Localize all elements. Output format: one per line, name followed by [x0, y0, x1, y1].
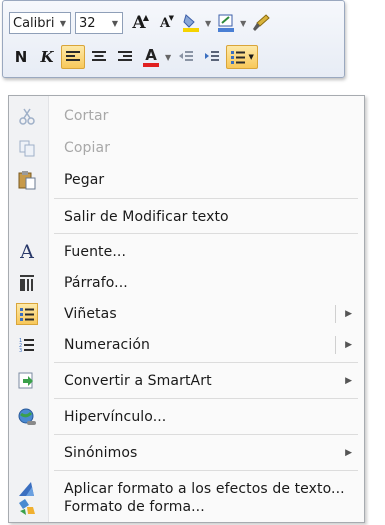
font-icon: A	[20, 241, 34, 263]
copy-icon	[16, 137, 38, 159]
menu-item-label: Formato de forma...	[64, 499, 205, 515]
highlight-color-button[interactable]	[179, 11, 203, 35]
font-name-combo[interactable]: Calibri (C ▼	[9, 12, 71, 34]
menu-separator	[54, 470, 358, 471]
menu-item-label: Hipervínculo...	[64, 408, 167, 425]
submenu-arrow-icon[interactable]: ▶	[345, 448, 352, 458]
bold-button[interactable]: N	[9, 45, 33, 69]
paste-icon	[16, 169, 38, 191]
format-painter-button[interactable]	[249, 11, 273, 35]
italic-button[interactable]: K	[35, 45, 59, 69]
increase-indent-button[interactable]	[200, 45, 224, 69]
shape-fill-icon	[218, 14, 235, 32]
chevron-down-icon[interactable]: ▼	[165, 53, 171, 62]
mini-toolbar: Calibri (C ▼ 32 ▼ A▲ A▼ ▼ ▼	[2, 0, 345, 78]
menu-item-label: Convertir a SmartArt	[64, 372, 212, 389]
highlighter-icon	[183, 14, 199, 32]
chevron-down-icon[interactable]: ▼	[108, 19, 122, 28]
align-center-button[interactable]	[87, 45, 111, 69]
menu-item-exit-edit-text[interactable]: Salir de Modificar texto	[9, 201, 364, 232]
shrink-font-button[interactable]: A ▼	[153, 11, 177, 35]
font-size-combo[interactable]: 32 ▼	[75, 12, 123, 34]
decrease-indent-icon	[179, 51, 194, 61]
menu-separator	[54, 434, 358, 435]
chevron-down-icon[interactable]: ▼	[56, 19, 70, 28]
submenu-arrow-icon[interactable]: ▶	[345, 309, 352, 319]
menu-item-label: Cortar	[64, 107, 109, 124]
menu-item-label: Salir de Modificar texto	[64, 208, 229, 225]
smartart-icon	[16, 370, 38, 392]
menu-separator	[54, 398, 358, 399]
menu-item-hyperlink[interactable]: Hipervínculo...	[9, 401, 364, 432]
menu-separator	[54, 198, 358, 199]
bullets-icon	[16, 303, 38, 325]
increase-indent-icon	[205, 51, 220, 61]
submenu-divider	[335, 305, 336, 323]
font-color-icon: A	[145, 45, 157, 64]
italic-icon: K	[40, 48, 54, 66]
fill-color-button[interactable]	[214, 11, 238, 35]
submenu-arrow-icon[interactable]: ▶	[345, 340, 352, 350]
menu-item-label: Fuente...	[64, 243, 126, 260]
menu-item-format-shape[interactable]: Formato de forma...	[9, 492, 364, 522]
align-left-button[interactable]	[61, 45, 85, 69]
scissors-icon	[16, 105, 38, 127]
menu-item-paste[interactable]: Pegar	[9, 164, 364, 195]
font-color-button[interactable]: A	[139, 45, 163, 69]
menu-item-bullets[interactable]: Viñetas ▶	[9, 298, 364, 329]
menu-item-label: Copiar	[64, 139, 111, 156]
format-shape-icon	[16, 496, 38, 518]
menu-item-label: Viñetas	[64, 305, 117, 322]
menu-item-cut[interactable]: Cortar	[9, 100, 364, 131]
align-right-icon	[118, 51, 132, 61]
hyperlink-icon	[16, 406, 38, 428]
bullets-button[interactable]: ▼	[226, 45, 259, 69]
align-right-button[interactable]	[113, 45, 137, 69]
paragraph-icon	[16, 272, 38, 294]
menu-item-convert-smartart[interactable]: Convertir a SmartArt ▶	[9, 365, 364, 396]
context-menu: Cortar Copiar Pegar Salir de Modificar t…	[8, 95, 365, 523]
menu-item-synonyms[interactable]: Sinónimos ▶	[9, 437, 364, 468]
submenu-divider	[335, 336, 336, 354]
menu-item-paragraph[interactable]: Párrafo...	[9, 267, 364, 298]
numbering-icon: 123	[16, 334, 38, 356]
menu-item-label: Numeración	[64, 336, 150, 353]
decrease-indent-button[interactable]	[174, 45, 198, 69]
menu-item-copy[interactable]: Copiar	[9, 132, 364, 163]
svg-text:3: 3	[19, 348, 22, 353]
font-size-value: 32	[79, 15, 96, 31]
chevron-down-icon[interactable]: ▼	[240, 19, 246, 28]
menu-separator	[54, 362, 358, 363]
grow-font-button[interactable]: A ▲	[127, 11, 151, 35]
menu-item-numbering[interactable]: 123 Numeración ▶	[9, 329, 364, 360]
submenu-arrow-icon[interactable]: ▶	[345, 376, 352, 386]
bullets-icon	[231, 51, 246, 64]
mini-toolbar-row-2: N K A ▼ ▼	[9, 44, 260, 70]
menu-separator	[54, 233, 358, 234]
align-left-icon	[66, 51, 80, 61]
menu-item-label: Párrafo...	[64, 274, 128, 291]
menu-item-label: Sinónimos	[64, 444, 138, 461]
font-name-value: Calibri (C	[13, 15, 56, 31]
menu-item-label: Pegar	[64, 171, 105, 188]
bold-icon: N	[14, 48, 28, 66]
align-center-icon	[92, 51, 106, 61]
mini-toolbar-row-1: Calibri (C ▼ 32 ▼ A▲ A▼ ▼ ▼	[9, 10, 275, 36]
chevron-down-icon[interactable]: ▼	[205, 19, 211, 28]
chevron-down-icon[interactable]: ▼	[248, 53, 253, 61]
menu-item-font[interactable]: A Fuente...	[9, 236, 364, 267]
format-painter-icon	[253, 14, 271, 31]
